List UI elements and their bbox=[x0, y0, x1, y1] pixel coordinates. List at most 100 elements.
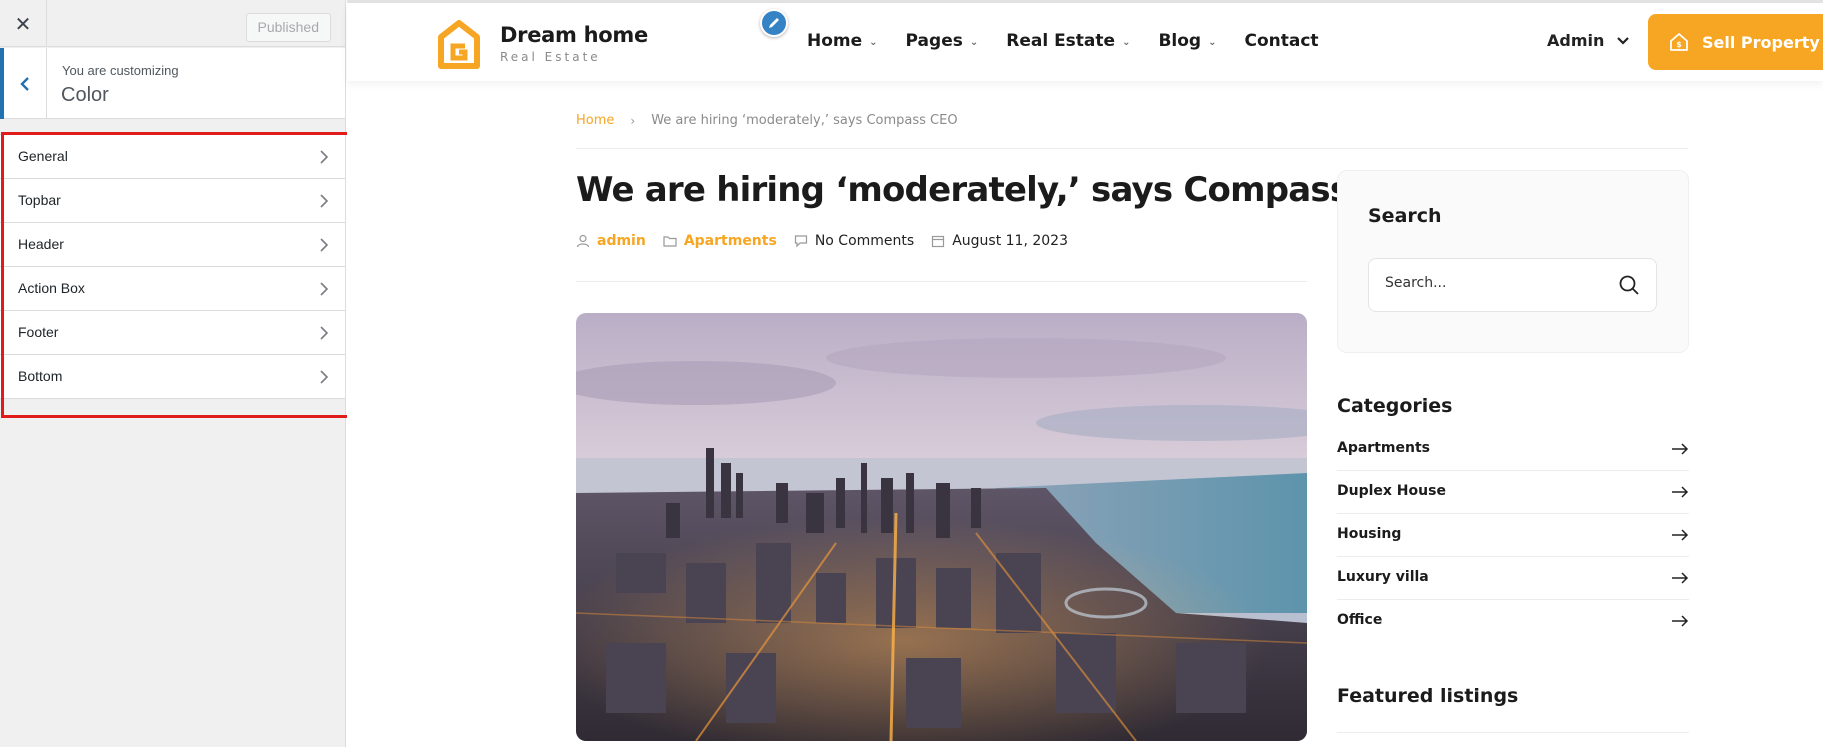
post-date: August 11, 2023 bbox=[931, 233, 1068, 249]
chevron-right-icon bbox=[320, 326, 329, 340]
customizer-panel-list: General Topbar Header Action Box Footer … bbox=[0, 134, 345, 399]
chevron-down-icon: ⌄ bbox=[969, 36, 979, 48]
post-category[interactable]: Apartments bbox=[663, 233, 777, 249]
panel-item-footer[interactable]: Footer bbox=[0, 311, 345, 355]
widget-title: Search bbox=[1368, 205, 1442, 227]
category-label: Duplex House bbox=[1337, 483, 1446, 499]
search-input[interactable] bbox=[1385, 275, 1605, 291]
chevron-down-icon bbox=[1617, 36, 1630, 45]
author-link[interactable]: admin bbox=[597, 233, 646, 249]
panel-item-bottom[interactable]: Bottom bbox=[0, 355, 345, 399]
calendar-icon bbox=[932, 235, 945, 248]
category-label: Luxury villa bbox=[1337, 569, 1429, 585]
panel-item-label: Action Box bbox=[18, 280, 85, 296]
nav-item-contact[interactable]: Contact bbox=[1244, 31, 1318, 51]
panel-item-label: Topbar bbox=[18, 192, 61, 208]
back-button[interactable] bbox=[0, 48, 47, 119]
category-item-housing[interactable]: Housing bbox=[1337, 514, 1689, 557]
panel-item-label: Bottom bbox=[18, 368, 63, 384]
category-link[interactable]: Apartments bbox=[684, 233, 777, 249]
chevron-left-icon bbox=[20, 76, 29, 91]
nav-item-real-estate[interactable]: Real Estate ⌄ bbox=[1006, 31, 1130, 51]
section-title: Color bbox=[61, 84, 109, 106]
house-icon: $ bbox=[1670, 33, 1688, 51]
chevron-right-icon bbox=[320, 282, 329, 296]
chevron-down-icon: ⌄ bbox=[869, 36, 878, 48]
arrow-right-icon bbox=[1672, 572, 1689, 584]
published-button[interactable]: Published bbox=[245, 13, 331, 42]
nav-item-label: Contact bbox=[1244, 31, 1319, 51]
search-icon[interactable] bbox=[1618, 274, 1640, 296]
breadcrumb-current: We are hiring ‘moderately,’ says Compass… bbox=[651, 113, 958, 128]
sell-property-label: Sell Property bbox=[1702, 32, 1820, 52]
search-widget: Search bbox=[1337, 170, 1689, 353]
breadcrumb-separator: › bbox=[630, 113, 636, 128]
category-label: Housing bbox=[1337, 526, 1402, 542]
panel-item-header[interactable]: Header bbox=[0, 223, 345, 267]
panel-item-label: Header bbox=[18, 236, 64, 252]
house-logo-icon[interactable] bbox=[437, 20, 481, 70]
nav-item-label: Pages bbox=[905, 31, 963, 51]
site-title[interactable]: Dream home bbox=[500, 23, 648, 47]
category-item-duplex-house[interactable]: Duplex House bbox=[1337, 471, 1689, 514]
post-author[interactable]: admin bbox=[576, 233, 646, 249]
widget-title: Categories bbox=[1337, 395, 1453, 417]
admin-menu[interactable]: Admin bbox=[1547, 31, 1630, 50]
arrow-right-icon bbox=[1672, 486, 1689, 498]
panel-item-label: Footer bbox=[18, 324, 59, 340]
chevron-right-icon bbox=[320, 370, 329, 384]
comment-icon bbox=[794, 235, 807, 248]
category-item-luxury-villa[interactable]: Luxury villa bbox=[1337, 557, 1689, 600]
category-item-apartments[interactable]: Apartments bbox=[1337, 428, 1689, 471]
customizing-label: You are customizing bbox=[62, 63, 179, 78]
featured-image bbox=[576, 313, 1307, 741]
divider bbox=[576, 148, 1688, 149]
breadcrumb: Home › We are hiring ‘moderately,’ says … bbox=[576, 113, 958, 128]
screen: ✕ Published You are customizing Color Ge… bbox=[0, 0, 1823, 747]
chevron-right-icon bbox=[320, 238, 329, 252]
nav-item-home[interactable]: Home ⌄ bbox=[807, 31, 878, 51]
search-box bbox=[1368, 258, 1657, 312]
user-icon bbox=[576, 234, 590, 248]
panel-item-topbar[interactable]: Topbar bbox=[0, 179, 345, 223]
category-item-office[interactable]: Office bbox=[1337, 600, 1689, 643]
arrow-right-icon bbox=[1672, 529, 1689, 541]
nav-item-label: Real Estate bbox=[1006, 31, 1116, 51]
widget-title: Featured listings bbox=[1337, 685, 1519, 707]
nav-item-label: Home bbox=[807, 31, 863, 51]
post-title: We are hiring ‘moderately,’ says Compass… bbox=[576, 170, 1436, 210]
nav-item-label: Blog bbox=[1158, 31, 1202, 51]
sell-property-button[interactable]: $ Sell Property bbox=[1648, 14, 1823, 70]
site-tagline: Real Estate bbox=[500, 50, 601, 64]
post-meta: admin Apartments No Comments August 11, … bbox=[576, 233, 1085, 249]
chevron-right-icon bbox=[320, 150, 329, 164]
city-aerial-photo bbox=[576, 313, 1307, 741]
comments-link[interactable]: No Comments bbox=[815, 233, 914, 249]
admin-label: Admin bbox=[1547, 31, 1605, 50]
panel-item-action-box[interactable]: Action Box bbox=[0, 267, 345, 311]
category-label: Office bbox=[1337, 612, 1383, 628]
divider bbox=[576, 281, 1307, 282]
svg-text:$: $ bbox=[1676, 40, 1682, 49]
panel-item-general[interactable]: General bbox=[0, 135, 345, 179]
customizer-section-info: You are customizing Color bbox=[0, 48, 345, 119]
divider bbox=[1337, 732, 1689, 733]
chevron-right-icon bbox=[320, 194, 329, 208]
panel-item-label: General bbox=[18, 148, 68, 164]
customizer-topbar: ✕ Published bbox=[0, 0, 345, 47]
edit-shortcut-button[interactable] bbox=[760, 9, 788, 37]
nav-item-pages[interactable]: Pages ⌄ bbox=[906, 31, 979, 51]
customizer-sidebar: ✕ Published You are customizing Color Ge… bbox=[0, 0, 369, 747]
nav-item-blog[interactable]: Blog ⌄ bbox=[1158, 31, 1216, 51]
folder-icon bbox=[663, 236, 677, 247]
category-list: Apartments Duplex House Housing Luxury v… bbox=[1337, 428, 1689, 643]
pencil-icon bbox=[769, 18, 779, 28]
date-label: August 11, 2023 bbox=[952, 233, 1068, 249]
site-header: Dream home Real Estate Home ⌄ Pages ⌄ Re… bbox=[347, 3, 1823, 81]
chevron-down-icon: ⌄ bbox=[1122, 36, 1131, 48]
post-comments[interactable]: No Comments bbox=[794, 233, 914, 249]
main-nav: Home ⌄ Pages ⌄ Real Estate ⌄ Blog ⌄ Cont… bbox=[807, 31, 1347, 51]
chevron-down-icon: ⌄ bbox=[1208, 36, 1217, 48]
close-icon[interactable]: ✕ bbox=[0, 0, 47, 47]
breadcrumb-home-link[interactable]: Home bbox=[576, 113, 614, 128]
